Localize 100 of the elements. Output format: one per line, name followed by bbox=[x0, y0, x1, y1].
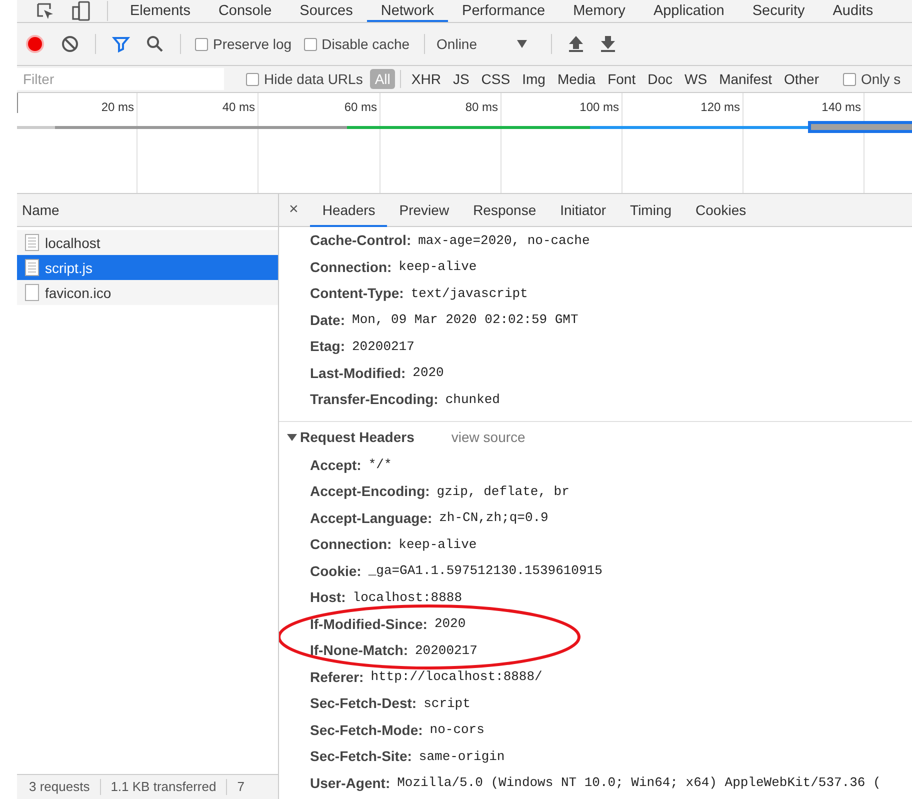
checkbox[interactable] bbox=[195, 38, 208, 50]
panel-tab[interactable]: Application bbox=[639, 0, 738, 22]
tick-label: 60 ms bbox=[344, 100, 377, 114]
view-source-link[interactable]: view source bbox=[451, 428, 526, 444]
request-row[interactable]: favicon.ico bbox=[17, 280, 278, 305]
checkbox-label: Disable cache bbox=[322, 36, 410, 52]
header-value: text/javascript bbox=[410, 286, 528, 301]
type-filter[interactable]: Font bbox=[602, 69, 641, 89]
type-filter[interactable]: Doc bbox=[642, 69, 678, 89]
checkbox-label: Hide data URLs bbox=[264, 71, 363, 87]
triangle-icon bbox=[287, 432, 297, 442]
header-name: If-Modified-Since: bbox=[310, 616, 428, 632]
header-name: Sec-Fetch-Dest: bbox=[310, 695, 417, 712]
header-name: User-Agent: bbox=[310, 774, 390, 791]
header-value: no-cors bbox=[430, 722, 484, 738]
panel-tab[interactable]: Elements bbox=[116, 0, 204, 22]
document-icon bbox=[25, 234, 39, 251]
tick-label: 40 ms bbox=[222, 100, 255, 114]
detail-tab[interactable]: Headers bbox=[310, 194, 388, 226]
header-value: http://localhost:8888/ bbox=[370, 669, 542, 684]
download-icon[interactable] bbox=[600, 35, 616, 53]
header-name: Content-Type: bbox=[310, 285, 404, 302]
record-icon[interactable] bbox=[25, 34, 45, 54]
header-name: Host: bbox=[310, 589, 346, 606]
device-icon[interactable] bbox=[71, 1, 91, 21]
checkbox-label: Preserve log bbox=[213, 36, 292, 52]
panel-tab[interactable]: Audits bbox=[818, 0, 888, 22]
header-value: max-age=2020, no-cache bbox=[418, 232, 590, 248]
type-filter[interactable]: Img bbox=[517, 69, 550, 89]
header-name: Referer: bbox=[310, 668, 364, 685]
header-value: localhost:8888 bbox=[352, 590, 462, 605]
file-icon bbox=[25, 284, 39, 301]
type-filter[interactable]: CSS bbox=[476, 69, 516, 89]
type-filter[interactable]: Other bbox=[778, 69, 824, 89]
section-toggle[interactable]: Request Headers bbox=[287, 428, 414, 444]
header-value: */* bbox=[368, 457, 392, 472]
header-name: Last-Modified: bbox=[310, 364, 406, 381]
header-value: _ga=GA1.1.597512130.1539610915 bbox=[368, 563, 602, 578]
tick-label: 20 ms bbox=[101, 100, 134, 114]
header-value: Mozilla/5.0 (Windows NT 10.0; Win64; x64) AppleWebKit/537.36 ( bbox=[397, 775, 881, 790]
caret-icon bbox=[517, 40, 527, 48]
request-row[interactable]: script.js bbox=[17, 255, 278, 280]
detail-tab[interactable]: Cookies bbox=[684, 194, 758, 226]
type-filter[interactable]: JS bbox=[448, 69, 474, 89]
status-text: 7 bbox=[237, 779, 244, 794]
checkbox-label: Only s bbox=[861, 71, 901, 87]
inspect-icon[interactable] bbox=[35, 1, 55, 21]
header-value: chunked bbox=[445, 392, 500, 407]
clear-icon[interactable] bbox=[61, 35, 79, 53]
search-icon[interactable] bbox=[146, 35, 164, 53]
header-name: Sec-Fetch-Site: bbox=[310, 748, 412, 764]
checkbox[interactable] bbox=[843, 72, 856, 86]
header-value: same-origin bbox=[418, 748, 505, 764]
checkbox[interactable] bbox=[304, 38, 317, 50]
status-text: 1.1 KB transferred bbox=[110, 779, 216, 794]
detail-tab[interactable]: Preview bbox=[387, 194, 462, 226]
panel-tab[interactable]: Console bbox=[204, 0, 286, 22]
throttle-dropdown[interactable]: Online bbox=[432, 36, 543, 52]
header-name: Connection: bbox=[310, 258, 392, 275]
tick-label: 100 ms bbox=[580, 100, 619, 114]
header-value: 20200217 bbox=[352, 338, 414, 354]
header-value: 20200217 bbox=[415, 642, 478, 658]
type-filter[interactable]: Manifest bbox=[714, 69, 777, 89]
type-filter[interactable]: XHR bbox=[406, 69, 446, 89]
panel-tab[interactable]: Memory bbox=[559, 0, 640, 22]
upload-icon[interactable] bbox=[568, 35, 584, 53]
header-value: script bbox=[424, 696, 470, 711]
header-name: Accept-Language: bbox=[310, 510, 432, 526]
header-value: 2020 bbox=[434, 616, 466, 632]
type-filter[interactable]: WS bbox=[680, 69, 712, 89]
column-header[interactable]: Name bbox=[17, 194, 278, 227]
header-name: Accept: bbox=[310, 456, 362, 473]
header-name: Connection: bbox=[310, 536, 392, 552]
header-name: Cookie: bbox=[310, 562, 362, 579]
detail-tab[interactable]: Timing bbox=[618, 194, 684, 226]
header-value: gzip, deflate, br bbox=[436, 484, 570, 499]
panel-tab[interactable]: Performance bbox=[448, 0, 560, 22]
tick-label: 120 ms bbox=[700, 100, 740, 114]
header-name: Accept-Encoding: bbox=[310, 483, 430, 500]
close-button[interactable]: × bbox=[279, 201, 310, 219]
filter-icon[interactable] bbox=[112, 35, 130, 53]
type-filter[interactable]: Media bbox=[552, 69, 601, 89]
detail-tab[interactable]: Response bbox=[461, 194, 548, 226]
header-name: Etag: bbox=[310, 338, 345, 354]
detail-tab[interactable]: Initiator bbox=[548, 194, 618, 226]
header-name: If-None-Match: bbox=[310, 642, 408, 658]
header-value: Mon, 09 Mar 2020 02:02:59 GMT bbox=[352, 312, 578, 328]
header-name: Cache-Control: bbox=[310, 232, 412, 248]
header-name: Sec-Fetch-Mode: bbox=[310, 722, 423, 738]
header-value: 2020 bbox=[412, 365, 444, 380]
status-text: 3 requests bbox=[29, 779, 90, 794]
tick-label: 80 ms bbox=[465, 100, 498, 114]
panel-tab[interactable]: Sources bbox=[286, 0, 367, 22]
header-value: keep-alive bbox=[398, 259, 477, 274]
request-row[interactable]: localhost bbox=[17, 230, 278, 255]
checkbox[interactable] bbox=[246, 72, 259, 86]
panel-tab[interactable]: Security bbox=[738, 0, 819, 22]
filter-field[interactable]: Filter bbox=[17, 68, 224, 90]
header-name: Transfer-Encoding: bbox=[310, 391, 438, 408]
header-value: zh-CN,zh;q=0.9 bbox=[439, 510, 548, 526]
